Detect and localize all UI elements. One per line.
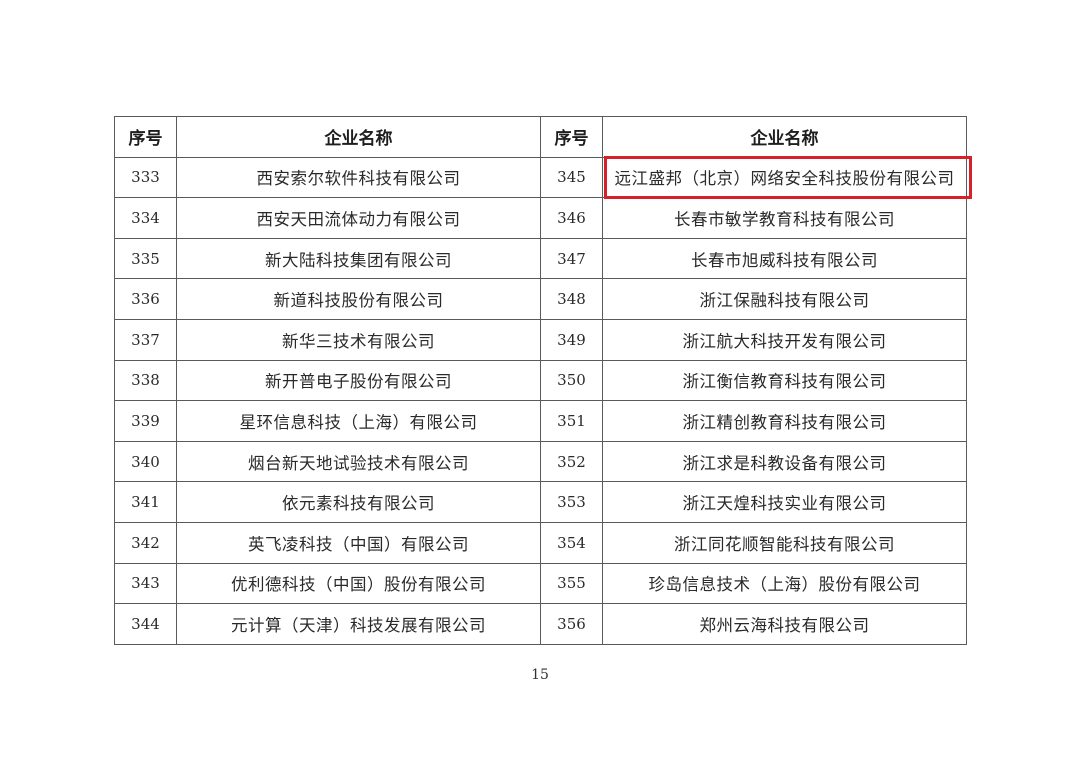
table-row: 338 新开普电子股份有限公司 350 浙江衡信教育科技有限公司 [114, 359, 967, 402]
table-row: 340 烟台新天地试验技术有限公司 352 浙江求是科教设备有限公司 [114, 440, 967, 483]
company-name-cell: 浙江求是科教设备有限公司 [602, 440, 967, 483]
seq-cell: 348 [540, 278, 603, 320]
company-name-cell-highlighted: 远江盛邦（北京）网络安全科技股份有限公司 [602, 156, 967, 199]
seq-cell: 338 [114, 359, 177, 402]
table-row: 339 星环信息科技（上海）有限公司 351 浙江精创教育科技有限公司 [114, 400, 967, 442]
header-seq-right: 序号 [540, 116, 603, 158]
table-row: 336 新道科技股份有限公司 348 浙江保融科技有限公司 [114, 278, 967, 320]
company-name-cell: 新开普电子股份有限公司 [176, 359, 541, 402]
table-row: 337 新华三技术有限公司 349 浙江航大科技开发有限公司 [114, 318, 967, 361]
seq-cell: 354 [540, 521, 603, 564]
company-name-cell: 烟台新天地试验技术有限公司 [176, 440, 541, 483]
company-name-cell: 西安天田流体动力有限公司 [176, 197, 541, 239]
seq-cell: 349 [540, 318, 603, 361]
seq-cell: 339 [114, 400, 177, 442]
table-row: 342 英飞凌科技（中国）有限公司 354 浙江同花顺智能科技有限公司 [114, 521, 967, 564]
seq-cell: 340 [114, 440, 177, 483]
company-name-cell: 浙江同花顺智能科技有限公司 [602, 521, 967, 564]
table-row: 341 依元素科技有限公司 353 浙江天煌科技实业有限公司 [114, 481, 967, 523]
seq-cell: 335 [114, 237, 177, 280]
seq-cell: 343 [114, 562, 177, 605]
seq-cell: 333 [114, 156, 177, 199]
company-name-cell: 浙江航大科技开发有限公司 [602, 318, 967, 361]
company-name-cell: 英飞凌科技（中国）有限公司 [176, 521, 541, 564]
company-name-cell: 新华三技术有限公司 [176, 318, 541, 361]
table-row: 344 元计算（天津）科技发展有限公司 356 郑州云海科技有限公司 [114, 603, 967, 645]
header-company-left: 企业名称 [176, 116, 541, 158]
company-name-cell: 星环信息科技（上海）有限公司 [176, 400, 541, 442]
company-name-cell: 长春市敏学教育科技有限公司 [602, 197, 967, 239]
table-row: 334 西安天田流体动力有限公司 346 长春市敏学教育科技有限公司 [114, 197, 967, 239]
company-name-cell: 郑州云海科技有限公司 [602, 603, 967, 645]
seq-cell: 356 [540, 603, 603, 645]
table-row: 335 新大陆科技集团有限公司 347 长春市旭威科技有限公司 [114, 237, 967, 280]
seq-cell: 342 [114, 521, 177, 564]
seq-cell: 350 [540, 359, 603, 402]
header-seq-left: 序号 [114, 116, 177, 158]
seq-cell: 341 [114, 481, 177, 523]
company-name-cell: 浙江衡信教育科技有限公司 [602, 359, 967, 402]
table-row: 343 优利德科技（中国）股份有限公司 355 珍岛信息技术（上海）股份有限公司 [114, 562, 967, 605]
company-name-cell: 浙江精创教育科技有限公司 [602, 400, 967, 442]
company-list-table: 序号 企业名称 序号 企业名称 333 西安索尔软件科技有限公司 345 远江盛… [114, 116, 967, 645]
seq-cell: 334 [114, 197, 177, 239]
seq-cell: 353 [540, 481, 603, 523]
header-company-right: 企业名称 [602, 116, 967, 158]
seq-cell: 355 [540, 562, 603, 605]
company-name-cell: 浙江保融科技有限公司 [602, 278, 967, 320]
company-name-cell: 浙江天煌科技实业有限公司 [602, 481, 967, 523]
seq-cell: 346 [540, 197, 603, 239]
company-name-cell: 元计算（天津）科技发展有限公司 [176, 603, 541, 645]
company-name-cell: 长春市旭威科技有限公司 [602, 237, 967, 280]
company-name-cell: 新道科技股份有限公司 [176, 278, 541, 320]
seq-cell: 352 [540, 440, 603, 483]
seq-cell: 337 [114, 318, 177, 361]
table-header-row: 序号 企业名称 序号 企业名称 [114, 116, 967, 158]
seq-cell: 336 [114, 278, 177, 320]
seq-cell: 345 [540, 156, 603, 199]
page-number: 15 [531, 667, 549, 683]
company-name-cell: 西安索尔软件科技有限公司 [176, 156, 541, 199]
company-name-cell: 新大陆科技集团有限公司 [176, 237, 541, 280]
seq-cell: 347 [540, 237, 603, 280]
seq-cell: 351 [540, 400, 603, 442]
seq-cell: 344 [114, 603, 177, 645]
company-name-cell: 依元素科技有限公司 [176, 481, 541, 523]
company-name-cell: 优利德科技（中国）股份有限公司 [176, 562, 541, 605]
company-name-cell: 珍岛信息技术（上海）股份有限公司 [602, 562, 967, 605]
table-row: 333 西安索尔软件科技有限公司 345 远江盛邦（北京）网络安全科技股份有限公… [114, 156, 967, 199]
